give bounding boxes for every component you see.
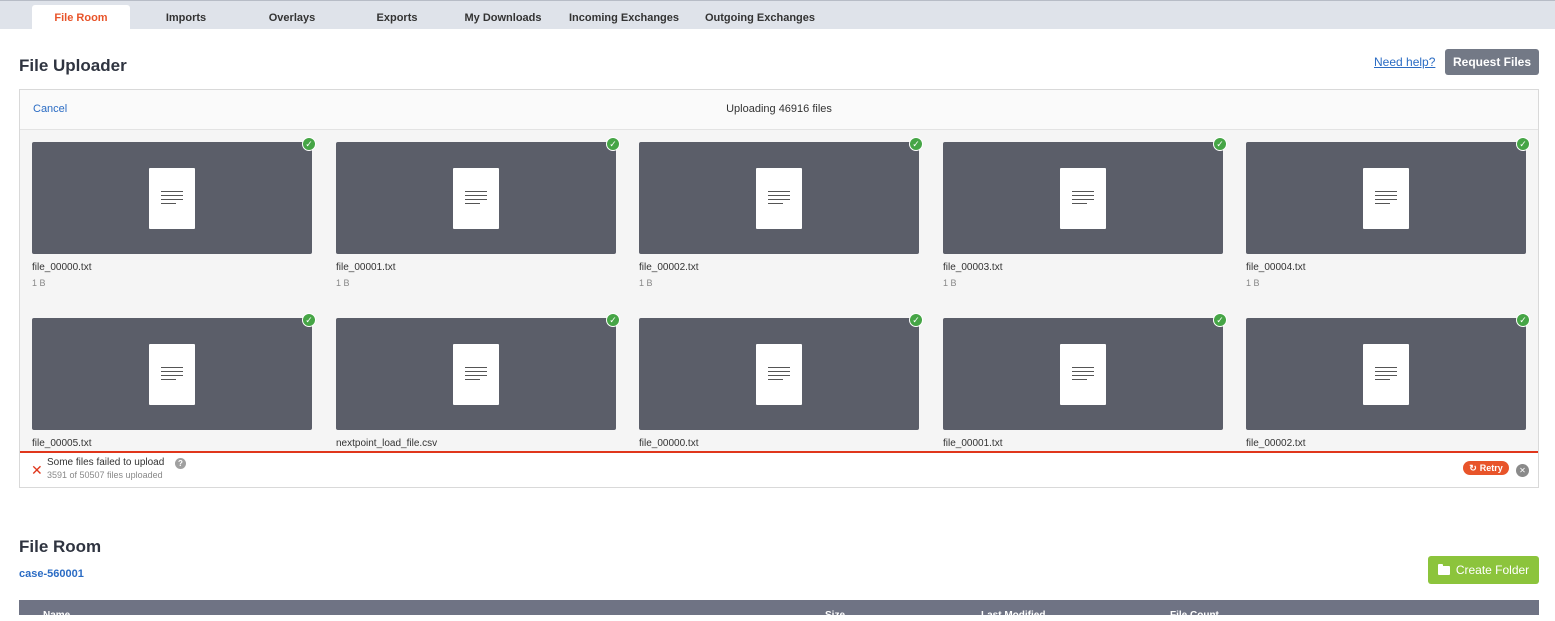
check-icon: ✓ (909, 313, 923, 327)
file-uploader-panel: Cancel Uploading 46916 files ✓ file_00000… (19, 89, 1539, 488)
create-folder-button[interactable]: Create Folder (1428, 556, 1539, 584)
request-files-button[interactable]: Request Files (1445, 49, 1539, 75)
file-size: 1 B (1246, 278, 1260, 288)
tab-exports[interactable]: Exports (356, 5, 438, 30)
upload-file-item[interactable]: ✓ file_00003.txt 1 B (943, 137, 1227, 302)
file-thumbnail (32, 318, 312, 430)
file-thumbnail (943, 142, 1223, 254)
column-last-modified[interactable]: Last Modified (981, 610, 1045, 621)
file-name: file_00001.txt (336, 262, 396, 273)
file-name: file_00000.txt (639, 438, 699, 449)
column-name[interactable]: Name (43, 610, 70, 621)
file-room-title: File Room (19, 537, 102, 556)
top-nav: File Room Imports Overlays Exports My Do… (0, 0, 1555, 30)
file-thumbnail (32, 142, 312, 254)
document-icon (756, 168, 802, 229)
retry-button[interactable]: ↻ Retry (1463, 461, 1509, 475)
check-icon: ✓ (606, 137, 620, 151)
file-size: 1 B (32, 278, 46, 288)
file-thumbnail (639, 142, 919, 254)
upload-file-item[interactable]: ✓ file_00001.txt 1 B (336, 137, 620, 302)
retry-label: Retry (1479, 463, 1503, 473)
check-icon: ✓ (909, 137, 923, 151)
column-file-count[interactable]: File Count (1170, 610, 1219, 621)
tab-imports[interactable]: Imports (145, 5, 227, 30)
file-thumbnail (336, 318, 616, 430)
upload-file-item[interactable]: ✓ file_00001.txt (943, 313, 1227, 450)
file-name: nextpoint_load_file.csv (336, 438, 438, 449)
help-link[interactable]: Need help? (1374, 55, 1435, 69)
upload-file-grid[interactable]: ✓ file_00000.txt 1 B ✓ file_00001.txt 1 B ✓ fil… (20, 130, 1538, 450)
upload-progress-text: 3591 of 50507 files uploaded (47, 470, 163, 480)
check-icon: ✓ (1516, 313, 1530, 327)
file-size: 1 B (336, 278, 350, 288)
uploader-header: Cancel Uploading 46916 files (20, 90, 1538, 130)
file-name: file_00001.txt (943, 438, 1003, 449)
file-table-header: Name Size Last Modified File Count (19, 600, 1539, 621)
column-size[interactable]: Size (825, 610, 845, 621)
error-icon: ✕ (31, 462, 43, 478)
retry-icon: ↻ (1469, 462, 1477, 473)
upload-file-item[interactable]: ✓ file_00002.txt (1246, 313, 1530, 450)
error-title: Some files failed to upload (47, 457, 165, 468)
check-icon: ✓ (302, 313, 316, 327)
page-title: File Uploader (19, 56, 127, 75)
document-icon (149, 344, 195, 405)
upload-status: Uploading 46916 files (726, 103, 832, 115)
tab-overlays[interactable]: Overlays (251, 5, 333, 30)
close-icon[interactable]: ✕ (1516, 464, 1529, 477)
document-icon (1363, 168, 1409, 229)
document-icon (453, 344, 499, 405)
file-thumbnail (639, 318, 919, 430)
upload-error-bar: ✕ Some files failed to upload ? 3591 of … (20, 451, 1538, 487)
check-icon: ✓ (302, 137, 316, 151)
tab-outgoing-exchanges[interactable]: Outgoing Exchanges (704, 5, 816, 30)
document-icon (1060, 344, 1106, 405)
file-name: file_00000.txt (32, 262, 92, 273)
document-icon (1363, 344, 1409, 405)
file-thumbnail (1246, 142, 1526, 254)
upload-file-item[interactable]: ✓ file_00000.txt (639, 313, 923, 450)
document-icon (149, 168, 195, 229)
breadcrumb[interactable]: case-560001 (19, 568, 84, 580)
file-thumbnail (336, 142, 616, 254)
check-icon: ✓ (1213, 313, 1227, 327)
file-thumbnail (1246, 318, 1526, 430)
upload-file-item[interactable]: ✓ file_00002.txt 1 B (639, 137, 923, 302)
upload-file-item[interactable]: ✓ file_00004.txt 1 B (1246, 137, 1530, 302)
create-folder-label: Create Folder (1455, 563, 1530, 577)
tab-my-downloads[interactable]: My Downloads (462, 5, 544, 30)
upload-file-item[interactable]: ✓ nextpoint_load_file.csv (336, 313, 620, 450)
file-size: 1 B (943, 278, 957, 288)
help-icon[interactable]: ? (175, 458, 186, 469)
file-name: file_00004.txt (1246, 262, 1306, 273)
check-icon: ✓ (606, 313, 620, 327)
document-icon (453, 168, 499, 229)
document-icon (1060, 168, 1106, 229)
file-name: file_00002.txt (1246, 438, 1306, 449)
folder-icon (1437, 563, 1450, 575)
upload-file-item[interactable]: ✓ file_00005.txt (32, 313, 316, 450)
file-thumbnail (943, 318, 1223, 430)
check-icon: ✓ (1213, 137, 1227, 151)
file-name: file_00005.txt (32, 438, 92, 449)
file-name: file_00002.txt (639, 262, 699, 273)
document-icon (756, 344, 802, 405)
file-name: file_00003.txt (943, 262, 1003, 273)
check-icon: ✓ (1516, 137, 1530, 151)
file-size: 1 B (639, 278, 653, 288)
tab-incoming-exchanges[interactable]: Incoming Exchanges (568, 5, 680, 30)
tab-file-room[interactable]: File Room (32, 5, 130, 30)
upload-file-item[interactable]: ✓ file_00000.txt 1 B (32, 137, 316, 302)
